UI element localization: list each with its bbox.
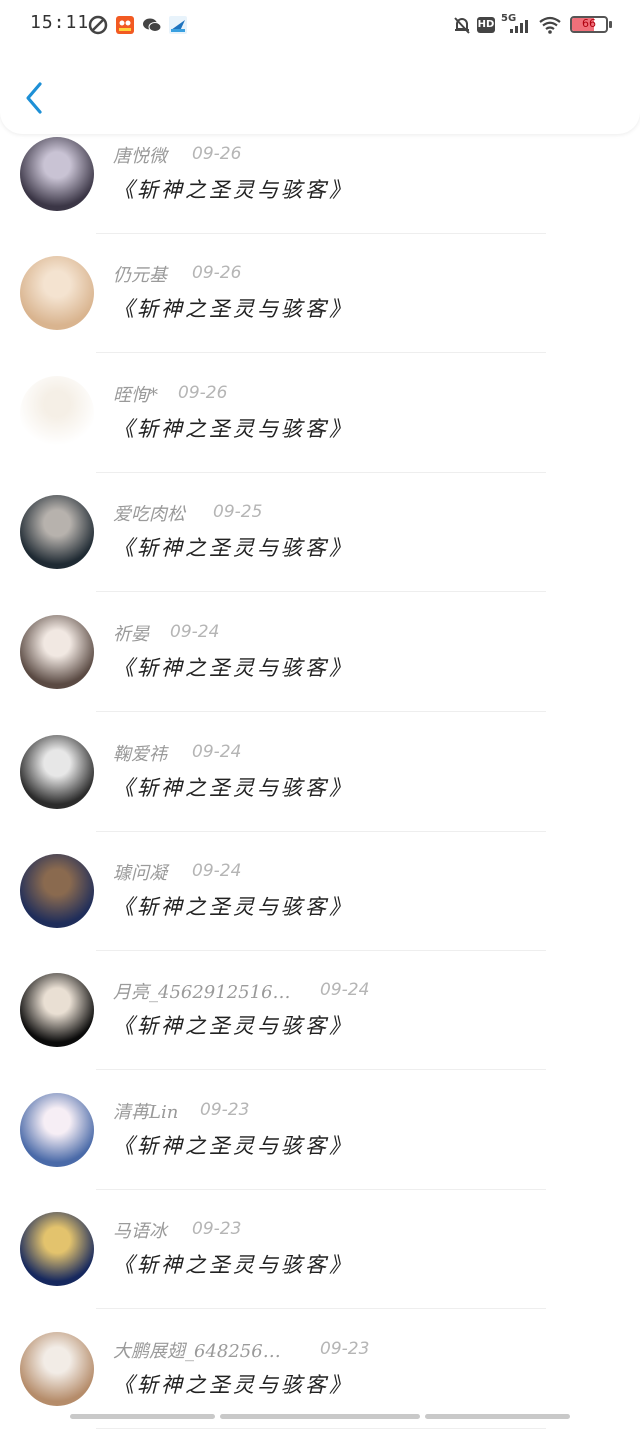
avatar[interactable] [20, 973, 94, 1047]
avatar[interactable] [20, 615, 94, 689]
row-divider [96, 591, 546, 592]
row-divider [96, 472, 546, 473]
status-bar: 15:11 HD 5G 66 [0, 0, 640, 48]
avatar[interactable] [20, 1332, 94, 1406]
hd-badge: HD [477, 17, 495, 33]
avatar[interactable] [20, 137, 94, 211]
book-title[interactable]: 《斩神之圣灵与骇客》 [113, 413, 353, 443]
chevron-left-icon [26, 82, 42, 114]
user-name[interactable]: 祈晏 [113, 620, 149, 646]
row-divider [96, 1189, 546, 1190]
wechat-icon [143, 18, 162, 32]
row-divider [96, 1069, 546, 1070]
mute-bell-icon [454, 17, 470, 34]
user-name[interactable]: 月亮_4562912516… [113, 978, 291, 1004]
post-date: 09-24 [192, 742, 242, 762]
book-title[interactable]: 《斩神之圣灵与骇客》 [113, 772, 353, 802]
post-date: 09-23 [320, 1339, 370, 1359]
row-divider [96, 233, 546, 234]
user-name[interactable]: 鞠爱祎 [113, 740, 167, 766]
avatar[interactable] [20, 495, 94, 569]
list-item[interactable]: 鞠爱祎 09-24 《斩神之圣灵与骇客》 [0, 732, 640, 851]
row-divider [96, 1428, 546, 1429]
row-divider [96, 950, 546, 951]
scroll-indicator [425, 1414, 570, 1419]
list-item[interactable]: 唐悦微 09-26 《斩神之圣灵与骇客》 [0, 134, 640, 253]
post-date: 09-24 [192, 861, 242, 881]
list-item[interactable]: 大鹏展翅_648256… 09-23 《斩神之圣灵与骇客》 [0, 1329, 640, 1448]
avatar[interactable] [20, 1212, 94, 1286]
battery-cap [609, 21, 612, 28]
list-item[interactable]: 璩问凝 09-24 《斩神之圣灵与骇客》 [0, 851, 640, 970]
row-divider [96, 1308, 546, 1309]
list-item[interactable]: 仍元基 09-26 《斩神之圣灵与骇客》 [0, 253, 640, 372]
book-title[interactable]: 《斩神之圣灵与骇客》 [113, 1249, 353, 1279]
post-date: 09-26 [192, 263, 242, 283]
book-title[interactable]: 《斩神之圣灵与骇客》 [113, 652, 353, 682]
bottom-scroll-indicators [0, 1414, 640, 1419]
avatar[interactable] [20, 376, 94, 450]
list-item[interactable]: 祈晏 09-24 《斩神之圣灵与骇客》 [0, 612, 640, 731]
book-title[interactable]: 《斩神之圣灵与骇客》 [113, 1010, 353, 1040]
book-title[interactable]: 《斩神之圣灵与骇客》 [113, 174, 353, 204]
post-date: 09-24 [170, 622, 220, 642]
travel-app-icon [169, 16, 187, 34]
avatar[interactable] [20, 256, 94, 330]
row-divider [96, 831, 546, 832]
list-item[interactable]: 马语冰 09-23 《斩神之圣灵与骇客》 [0, 1209, 640, 1328]
avatar[interactable] [20, 1093, 94, 1167]
scroll-indicator [220, 1414, 420, 1419]
avatar[interactable] [20, 854, 94, 928]
list-item[interactable]: 爱吃肉松 09-25 《斩神之圣灵与骇客》 [0, 492, 640, 611]
list-item[interactable]: 清苒Lin 09-23 《斩神之圣灵与骇客》 [0, 1090, 640, 1209]
post-date: 09-23 [192, 1219, 242, 1239]
avatar[interactable] [20, 735, 94, 809]
user-name[interactable]: 唐悦微 [113, 142, 167, 168]
shopping-app-icon [116, 16, 134, 34]
book-title[interactable]: 《斩神之圣灵与骇客》 [113, 532, 353, 562]
post-date: 09-25 [213, 502, 263, 522]
post-date: 09-26 [178, 383, 228, 403]
post-date: 09-24 [320, 980, 370, 1000]
battery-level: 66 [582, 17, 596, 30]
wifi-icon [539, 16, 561, 34]
book-title[interactable]: 《斩神之圣灵与骇客》 [113, 1369, 353, 1399]
row-divider [96, 352, 546, 353]
row-divider [96, 711, 546, 712]
app-notification-icon [88, 15, 108, 35]
user-name[interactable]: 仍元基 [113, 261, 167, 287]
book-title[interactable]: 《斩神之圣灵与骇客》 [113, 293, 353, 323]
list-item[interactable]: 晊恂* 09-26 《斩神之圣灵与骇客》 [0, 373, 640, 492]
user-name[interactable]: 马语冰 [113, 1217, 167, 1243]
user-name[interactable]: 清苒Lin [113, 1098, 178, 1124]
user-name[interactable]: 爱吃肉松 [113, 500, 185, 526]
user-name[interactable]: 璩问凝 [113, 859, 167, 885]
signal-icon [510, 20, 528, 33]
post-date: 09-26 [192, 144, 242, 164]
book-title[interactable]: 《斩神之圣灵与骇客》 [113, 891, 353, 921]
book-title[interactable]: 《斩神之圣灵与骇客》 [113, 1130, 353, 1160]
app-header: 15:11 HD 5G 66 [0, 0, 640, 134]
status-time: 15:11 [30, 12, 90, 33]
back-button[interactable] [22, 80, 48, 116]
battery-indicator: 66 [570, 16, 608, 33]
user-name[interactable]: 晊恂* [113, 381, 158, 407]
user-name[interactable]: 大鹏展翅_648256… [113, 1337, 281, 1363]
list-item[interactable]: 月亮_4562912516… 09-24 《斩神之圣灵与骇客》 [0, 970, 640, 1089]
post-date: 09-23 [200, 1100, 250, 1120]
scroll-indicator [70, 1414, 215, 1419]
